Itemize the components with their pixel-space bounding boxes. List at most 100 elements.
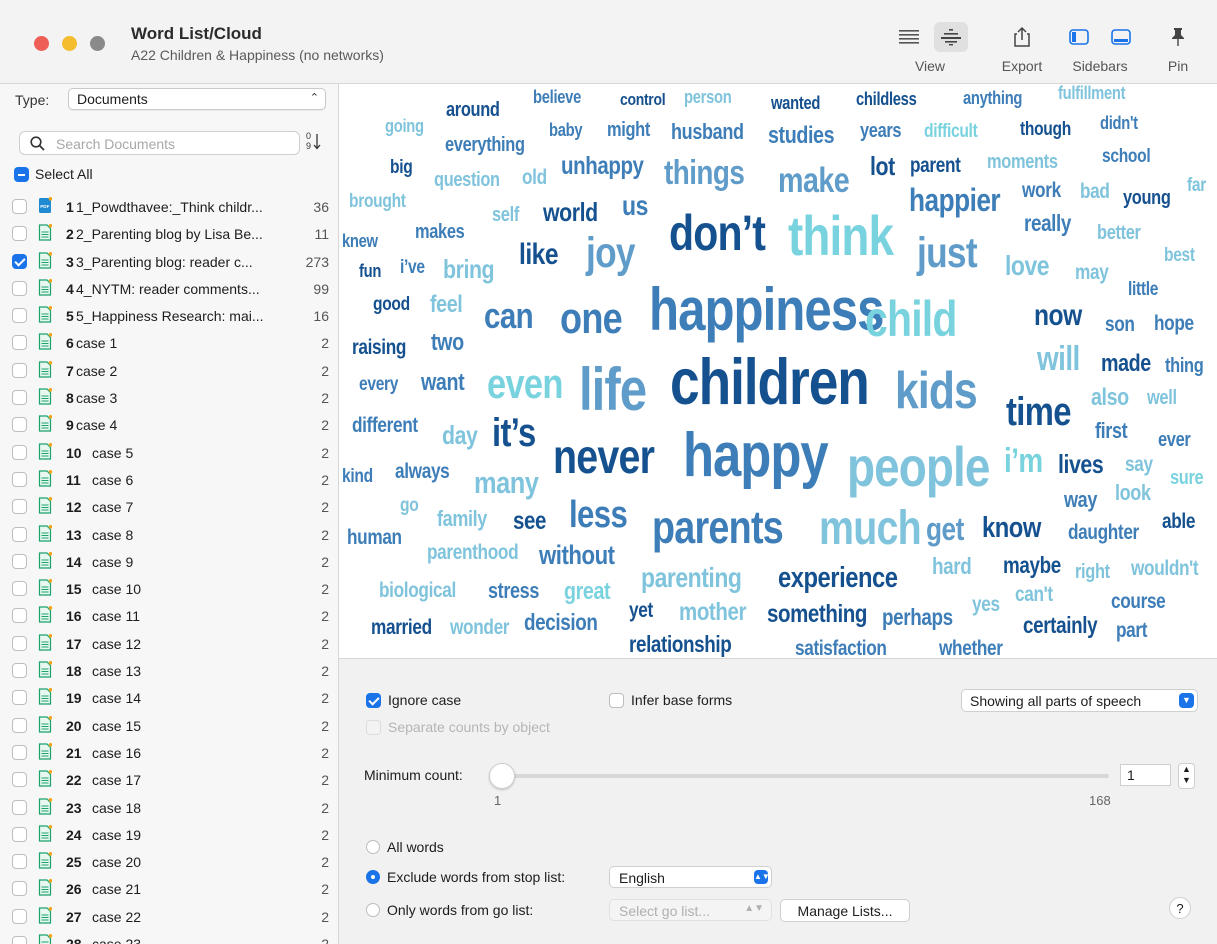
cloud-word[interactable]: hard: [932, 555, 972, 578]
cloud-word[interactable]: people: [847, 439, 990, 495]
cloud-word[interactable]: see: [513, 509, 546, 534]
cloud-word[interactable]: sure: [1170, 468, 1204, 488]
cloud-word[interactable]: child: [865, 294, 957, 344]
cloud-word[interactable]: whether: [939, 638, 1003, 658]
cloud-word[interactable]: parent: [910, 155, 961, 176]
minimum-count-slider-track[interactable]: [492, 774, 1109, 778]
document-row[interactable]: 12 case 7 2: [0, 493, 338, 520]
cloud-word[interactable]: i’m: [1004, 444, 1043, 478]
cloud-word[interactable]: makes: [415, 222, 465, 242]
cloud-word[interactable]: things: [664, 156, 745, 190]
cloud-word[interactable]: family: [437, 508, 487, 530]
cloud-word[interactable]: children: [670, 349, 870, 414]
cloud-word[interactable]: always: [395, 461, 450, 482]
cloud-word[interactable]: can: [484, 298, 534, 334]
cloud-word[interactable]: everything: [445, 135, 525, 155]
stop-list-select[interactable]: English ▲▼: [609, 866, 772, 888]
cloud-word[interactable]: now: [1034, 301, 1082, 331]
cloud-word[interactable]: studies: [768, 124, 835, 148]
document-checkbox[interactable]: [12, 471, 27, 487]
export-button[interactable]: Export: [996, 20, 1048, 76]
cloud-word[interactable]: decision: [524, 611, 598, 634]
cloud-word[interactable]: i’ve: [400, 258, 425, 277]
cloud-word[interactable]: parents: [652, 504, 784, 550]
document-checkbox[interactable]: [12, 308, 27, 324]
cloud-word[interactable]: satisfaction: [795, 638, 887, 658]
cloud-word[interactable]: wanted: [771, 94, 820, 112]
cloud-word[interactable]: great: [564, 580, 611, 604]
cloud-word[interactable]: just: [917, 232, 978, 275]
cloud-word[interactable]: world: [543, 199, 598, 225]
cloud-word[interactable]: fulfillment: [1058, 84, 1126, 102]
parts-of-speech-select[interactable]: Showing all parts of speech ▼: [961, 689, 1198, 712]
cloud-word[interactable]: unhappy: [561, 154, 644, 179]
document-checkbox[interactable]: [12, 690, 27, 706]
cloud-word[interactable]: bring: [443, 256, 495, 282]
cloud-word[interactable]: raising: [352, 337, 406, 358]
cloud-word[interactable]: didn't: [1100, 114, 1138, 132]
cloud-word[interactable]: course: [1111, 591, 1166, 612]
document-row[interactable]: 2 2_Parenting blog by Lisa Be... 11: [0, 220, 338, 247]
cloud-word[interactable]: experience: [778, 564, 898, 593]
document-checkbox[interactable]: [12, 335, 27, 351]
cloud-word[interactable]: hope: [1154, 313, 1194, 334]
document-checkbox[interactable]: [12, 280, 27, 296]
cloud-word[interactable]: person: [684, 88, 732, 106]
cloud-word[interactable]: many: [474, 467, 539, 498]
cloud-word[interactable]: day: [442, 422, 478, 448]
cloud-word[interactable]: going: [385, 117, 424, 135]
document-row[interactable]: 4 4_NYTM: reader comments... 99: [0, 275, 338, 302]
cloud-word[interactable]: think: [788, 208, 894, 264]
cloud-word[interactable]: it’s: [492, 413, 536, 453]
document-row[interactable]: 10 case 5 2: [0, 439, 338, 466]
document-checkbox[interactable]: [12, 581, 27, 597]
cloud-word[interactable]: stress: [488, 580, 539, 602]
document-row[interactable]: 18 case 13 2: [0, 657, 338, 684]
cloud-word[interactable]: happiness: [649, 280, 884, 340]
document-row[interactable]: 11 case 6 2: [0, 466, 338, 493]
cloud-word[interactable]: perhaps: [882, 606, 953, 629]
close-window-button[interactable]: [34, 36, 49, 51]
cloud-word[interactable]: never: [553, 434, 655, 482]
document-checkbox[interactable]: [12, 444, 27, 460]
cloud-word[interactable]: parenthood: [427, 542, 519, 563]
select-all-checkbox[interactable]: Select All: [14, 166, 93, 182]
cloud-word[interactable]: believe: [533, 88, 581, 106]
document-checkbox[interactable]: [12, 526, 27, 542]
document-checkbox[interactable]: [12, 226, 27, 242]
cloud-word[interactable]: right: [1075, 562, 1110, 582]
document-checkbox[interactable]: [12, 826, 27, 842]
cloud-word[interactable]: difficult: [924, 122, 978, 141]
cloud-word[interactable]: work: [1022, 180, 1061, 201]
cloud-word[interactable]: certainly: [1023, 614, 1098, 637]
cloud-word[interactable]: ever: [1158, 430, 1191, 450]
document-row[interactable]: 22 case 17 2: [0, 766, 338, 793]
cloud-word[interactable]: want: [421, 371, 465, 395]
cloud-word[interactable]: better: [1097, 223, 1141, 243]
cloud-word[interactable]: brought: [349, 192, 406, 211]
document-checkbox[interactable]: [12, 362, 27, 378]
cloud-word[interactable]: little: [1128, 280, 1158, 299]
cloud-word[interactable]: baby: [549, 121, 583, 139]
cloud-word[interactable]: though: [1020, 120, 1071, 139]
cloud-word[interactable]: son: [1105, 314, 1135, 335]
cloud-word[interactable]: kids: [895, 365, 978, 417]
minimum-count-stepper[interactable]: ▲ ▼: [1178, 763, 1195, 789]
document-row[interactable]: 16 case 11 2: [0, 602, 338, 629]
document-row[interactable]: 28 case 23 2: [0, 930, 338, 944]
cloud-word[interactable]: happier: [909, 184, 1001, 216]
document-checkbox[interactable]: [12, 390, 27, 406]
cloud-word[interactable]: well: [1147, 388, 1177, 408]
document-checkbox[interactable]: [12, 499, 27, 515]
minimize-window-button[interactable]: [62, 36, 77, 51]
cloud-word[interactable]: without: [539, 542, 615, 569]
cloud-word[interactable]: question: [434, 170, 500, 190]
cloud-word[interactable]: way: [1064, 489, 1097, 511]
cloud-word[interactable]: daughter: [1068, 522, 1139, 543]
cloud-word[interactable]: feel: [430, 293, 463, 317]
cloud-word[interactable]: may: [1075, 262, 1109, 283]
document-row[interactable]: 24 case 19 2: [0, 821, 338, 848]
document-row[interactable]: 25 case 20 2: [0, 848, 338, 875]
document-checkbox[interactable]: [12, 553, 27, 569]
ignore-case-checkbox[interactable]: Ignore case: [366, 692, 461, 708]
